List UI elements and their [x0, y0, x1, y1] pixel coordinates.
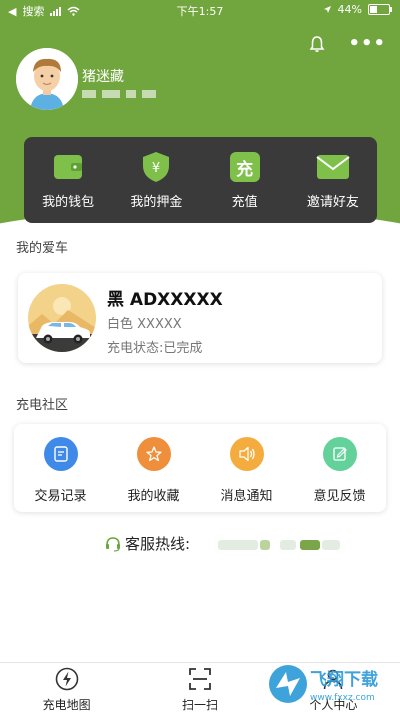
my-car-section-title: 我的爱车 — [16, 241, 69, 256]
menu-item-recharge[interactable]: 充 充值 — [201, 137, 289, 223]
hotline-number-blur — [218, 540, 258, 550]
hotline-number-blur — [280, 540, 296, 550]
community-item-feedback[interactable]: 意见反馈 — [293, 424, 386, 512]
svg-text:¥: ¥ — [152, 161, 160, 176]
download-site-watermark: 飞翔下载 www.fxxz.com — [264, 660, 392, 708]
menu-item-label: 邀请好友 — [306, 195, 359, 210]
menu-item-wallet[interactable]: 我的钱包 — [24, 137, 112, 223]
hotline-number-blur — [322, 540, 340, 550]
hotline-number-blur — [300, 540, 320, 550]
community-menu: 交易记录 我的收藏 消息通知 意见反馈 — [14, 424, 386, 512]
scan-icon — [187, 667, 213, 691]
community-item-label: 我的收藏 — [127, 489, 180, 504]
speaker-icon — [229, 437, 264, 471]
service-hotline[interactable]: 客服热线: — [104, 533, 190, 554]
recharge-glyph: 充 — [236, 159, 254, 180]
lightning-icon — [54, 667, 80, 691]
menu-item-deposit[interactable]: ¥ 我的押金 — [112, 137, 200, 223]
avatar[interactable] — [16, 48, 78, 110]
feedback-icon — [322, 437, 357, 471]
receipt-icon — [43, 437, 78, 471]
star-icon — [136, 437, 171, 471]
status-bar: ◀ 搜索 下午1:57 44% — [0, 0, 400, 20]
watermark-title: 飞翔下载 — [310, 669, 378, 690]
more-icon[interactable]: ••• — [348, 35, 386, 53]
shield-yen-icon: ¥ — [139, 150, 173, 184]
car-color: 白色 XXXXX — [107, 317, 182, 332]
wallet-icon — [51, 150, 85, 184]
menu-item-label: 我的钱包 — [42, 195, 95, 210]
menu-item-label: 充值 — [231, 195, 258, 210]
menu-item-invite[interactable]: 邀请好友 — [289, 137, 377, 223]
community-item-favorites[interactable]: 我的收藏 — [107, 424, 200, 512]
hotline-label: 客服热线: — [125, 535, 191, 553]
account-menu: 我的钱包 ¥ 我的押金 充 充值 邀请好友 — [24, 137, 377, 223]
recharge-icon: 充 — [228, 150, 262, 184]
watermark-url: www.fxxz.com — [310, 693, 375, 703]
community-item-label: 消息通知 — [220, 489, 273, 504]
car-card[interactable]: 黑 ADXXXXX 白色 XXXXX 充电状态:已完成 — [18, 273, 382, 363]
menu-item-label: 我的押金 — [130, 195, 183, 210]
tab-label: 扫一扫 — [181, 698, 218, 712]
community-item-notifications[interactable]: 消息通知 — [200, 424, 293, 512]
tab-charging-map[interactable]: 充电地图 — [0, 663, 133, 712]
community-section-title: 充电社区 — [16, 398, 69, 413]
tab-label: 充电地图 — [42, 698, 91, 712]
user-phone-blurred — [82, 90, 172, 98]
battery-icon — [368, 4, 392, 15]
location-icon — [323, 6, 331, 13]
car-image — [28, 284, 96, 352]
user-name: 猪迷藏 — [82, 69, 124, 85]
car-plate: 黑 ADXXXXX — [107, 290, 223, 310]
tab-scan[interactable]: 扫一扫 — [133, 663, 266, 712]
community-item-label: 交易记录 — [34, 489, 87, 504]
envelope-icon — [316, 150, 350, 184]
community-item-transactions[interactable]: 交易记录 — [14, 424, 107, 512]
charge-status: 充电状态:已完成 — [107, 341, 203, 356]
bell-icon[interactable] — [308, 35, 326, 53]
hotline-number-blur — [260, 540, 270, 550]
headset-icon — [106, 536, 120, 552]
battery-percent: 44% — [337, 3, 362, 16]
community-item-label: 意见反馈 — [313, 489, 366, 504]
